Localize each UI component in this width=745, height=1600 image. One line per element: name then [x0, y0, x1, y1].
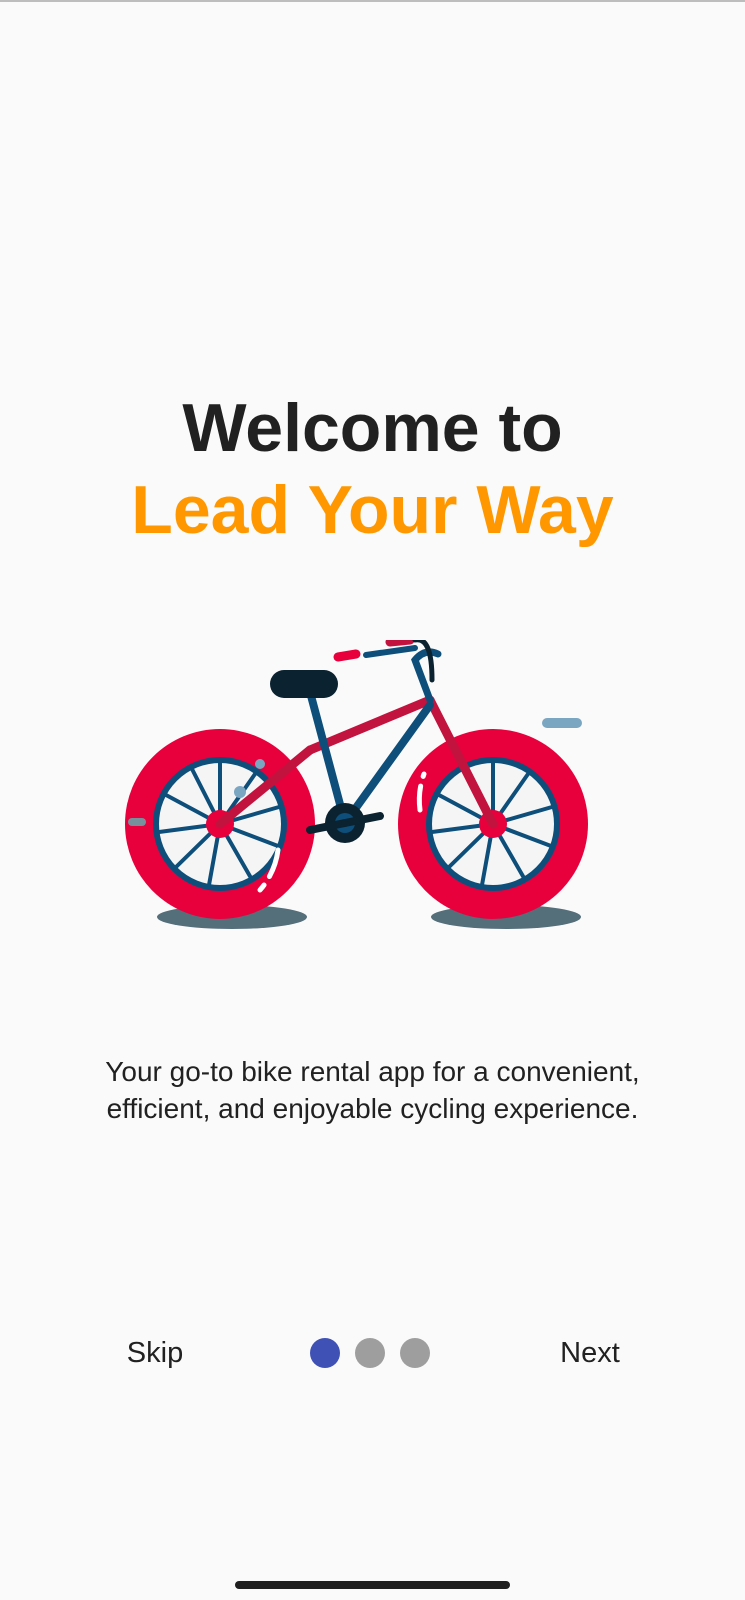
bike-crank	[306, 803, 384, 843]
status-divider	[0, 0, 745, 2]
welcome-title: Welcome to Lead Your Way	[0, 388, 745, 550]
page-dot-2[interactable]	[355, 1338, 385, 1368]
page-dot-3[interactable]	[400, 1338, 430, 1368]
accent-dot-2	[255, 759, 265, 769]
accent-dash	[542, 718, 582, 728]
title-app-name: Lead Your Way	[131, 472, 614, 548]
next-button[interactable]: Next	[535, 1328, 645, 1378]
home-indicator[interactable]	[235, 1581, 510, 1589]
accent-dot-1	[234, 786, 246, 798]
onboarding-screen: Welcome to Lead Your Way Your go-to bike…	[0, 0, 745, 1600]
onboarding-description: Your go-to bike rental app for a conveni…	[105, 1056, 640, 1124]
title-welcome-to: Welcome to	[182, 390, 563, 466]
bike-handlebar	[333, 640, 442, 704]
page-dot-1[interactable]	[310, 1338, 340, 1368]
page-indicator	[310, 1338, 435, 1368]
skip-button[interactable]: Skip	[100, 1328, 210, 1378]
bicycle-illustration	[125, 640, 588, 929]
bike-seat	[270, 670, 338, 698]
